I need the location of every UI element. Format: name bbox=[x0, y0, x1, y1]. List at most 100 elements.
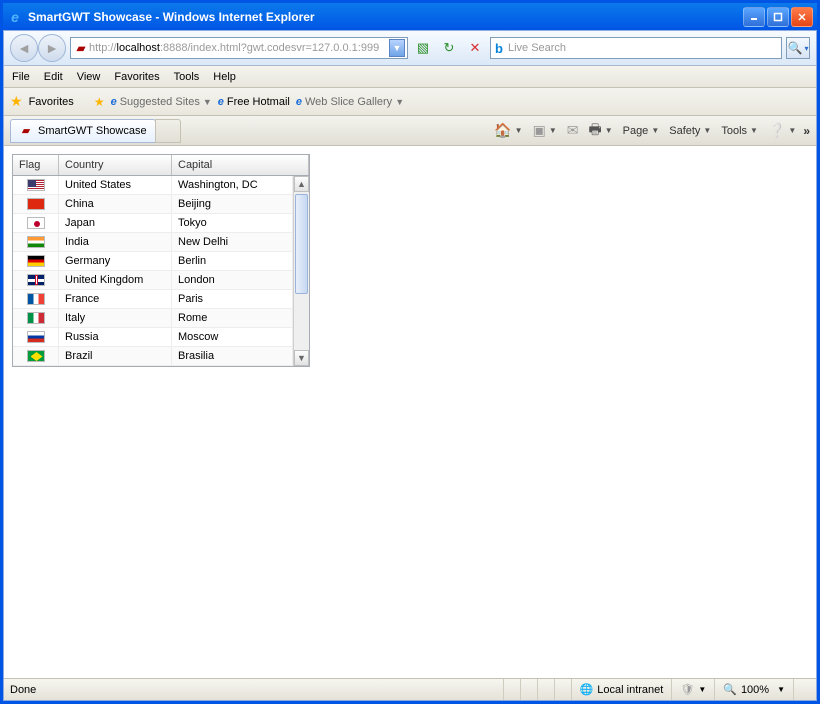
protected-mode-button[interactable]: 🛡▼ bbox=[671, 679, 714, 700]
flag-icon-jp bbox=[27, 217, 45, 229]
home-button[interactable]: 🏠▼ bbox=[491, 120, 525, 141]
status-empty2 bbox=[520, 679, 537, 700]
print-button[interactable]: 🖶▼ bbox=[585, 117, 615, 145]
table-row[interactable]: RussiaMoscow bbox=[13, 328, 293, 347]
ie-page-icon: e bbox=[218, 96, 224, 108]
tab-bar: ▰ SmartGWT Showcase 🏠▼ ▣▼ ✉ 🖶▼ Page▼ Saf… bbox=[4, 116, 816, 146]
flag-icon-in bbox=[27, 236, 45, 248]
ie-icon: e bbox=[7, 9, 23, 25]
flag-icon-br bbox=[27, 350, 45, 362]
suggested-sites-link[interactable]: eSuggested Sites▼ bbox=[111, 96, 212, 108]
table-row[interactable]: United StatesWashington, DC bbox=[13, 176, 293, 195]
cell-flag bbox=[13, 271, 59, 289]
ie-page-icon: e bbox=[296, 96, 302, 108]
print-icon: 🖶 bbox=[588, 119, 601, 143]
menu-view[interactable]: View bbox=[77, 71, 101, 83]
cell-country: Brazil bbox=[59, 347, 172, 365]
table-row[interactable]: ChinaBeijing bbox=[13, 195, 293, 214]
home-icon: 🏠 bbox=[494, 122, 511, 139]
cell-country: China bbox=[59, 195, 172, 213]
search-button[interactable]: 🔍▾ bbox=[786, 37, 810, 59]
url-text: http://localhost:8888/index.html?gwt.cod… bbox=[89, 42, 389, 54]
new-tab-button[interactable] bbox=[155, 119, 181, 143]
country-grid: Flag Country Capital United StatesWashin… bbox=[12, 154, 310, 367]
ie-page-icon: e bbox=[111, 96, 117, 108]
cell-capital: Rome bbox=[172, 309, 293, 327]
address-dropdown[interactable]: ▼ bbox=[389, 39, 405, 57]
minimize-button[interactable] bbox=[743, 7, 765, 27]
cell-flag bbox=[13, 214, 59, 232]
col-header-country[interactable]: Country bbox=[59, 155, 172, 175]
cell-country: Germany bbox=[59, 252, 172, 270]
tab-favicon: ▰ bbox=[19, 124, 33, 138]
search-box[interactable]: b Live Search bbox=[490, 37, 782, 59]
free-hotmail-link[interactable]: eFree Hotmail bbox=[218, 96, 290, 108]
grid-scrollbar[interactable]: ▲ ▼ bbox=[293, 176, 309, 366]
scroll-thumb[interactable] bbox=[295, 194, 308, 294]
cell-capital: Washington, DC bbox=[172, 176, 293, 194]
grid-header: Flag Country Capital bbox=[13, 155, 309, 176]
compat-button[interactable]: ▧ bbox=[412, 37, 434, 59]
scroll-up-button[interactable]: ▲ bbox=[294, 176, 309, 192]
scroll-track[interactable] bbox=[294, 192, 309, 350]
refresh-button[interactable]: ↻ bbox=[438, 37, 460, 59]
flag-icon-uk bbox=[27, 274, 45, 286]
cell-country: United Kingdom bbox=[59, 271, 172, 289]
menu-edit[interactable]: Edit bbox=[44, 71, 63, 83]
table-row[interactable]: IndiaNew Delhi bbox=[13, 233, 293, 252]
grid-body: United StatesWashington, DCChinaBeijingJ… bbox=[13, 176, 293, 366]
status-bar: Done 🌐Local intranet 🛡▼ 🔍100%▼ bbox=[4, 678, 816, 700]
safety-menu[interactable]: Safety▼ bbox=[666, 123, 714, 139]
zoom-control[interactable]: 🔍100%▼ bbox=[714, 679, 793, 700]
feeds-button[interactable]: ▣▼ bbox=[530, 120, 560, 141]
cell-country: India bbox=[59, 233, 172, 251]
tab-smartgwt[interactable]: ▰ SmartGWT Showcase bbox=[10, 119, 156, 143]
favorites-bar: ★ Favorites ★ eSuggested Sites▼ eFree Ho… bbox=[4, 88, 816, 116]
table-row[interactable]: JapanTokyo bbox=[13, 214, 293, 233]
page-menu[interactable]: Page▼ bbox=[620, 123, 663, 139]
col-header-flag[interactable]: Flag bbox=[13, 155, 59, 175]
menu-file[interactable]: File bbox=[12, 71, 30, 83]
flag-icon-us bbox=[27, 179, 45, 191]
scroll-down-button[interactable]: ▼ bbox=[294, 350, 309, 366]
table-row[interactable]: GermanyBerlin bbox=[13, 252, 293, 271]
web-slice-link[interactable]: eWeb Slice Gallery▼ bbox=[296, 96, 404, 108]
favorites-button[interactable]: Favorites bbox=[29, 96, 74, 108]
table-row[interactable]: ItalyRome bbox=[13, 309, 293, 328]
table-row[interactable]: United KingdomLondon bbox=[13, 271, 293, 290]
cell-capital: Berlin bbox=[172, 252, 293, 270]
back-button[interactable]: ◄ bbox=[10, 34, 38, 62]
maximize-button[interactable] bbox=[767, 7, 789, 27]
window-title: SmartGWT Showcase - Windows Internet Exp… bbox=[28, 10, 743, 24]
resize-grip[interactable] bbox=[793, 679, 810, 700]
flag-icon-fr bbox=[27, 293, 45, 305]
close-button[interactable] bbox=[791, 7, 813, 27]
cell-flag bbox=[13, 290, 59, 308]
address-bar[interactable]: ▰ http://localhost:8888/index.html?gwt.c… bbox=[70, 37, 408, 59]
forward-button[interactable]: ► bbox=[38, 34, 66, 62]
menu-favorites[interactable]: Favorites bbox=[114, 71, 159, 83]
favorites-star-icon: ★ bbox=[10, 93, 23, 110]
help-button[interactable]: ❔▼ bbox=[765, 120, 799, 141]
stop-button[interactable]: ✕ bbox=[464, 37, 486, 59]
table-row[interactable]: FranceParis bbox=[13, 290, 293, 309]
flag-icon-cn bbox=[27, 198, 45, 210]
overflow-button[interactable]: » bbox=[803, 124, 810, 138]
flag-icon-de bbox=[27, 255, 45, 267]
globe-icon: 🌐 bbox=[580, 683, 594, 696]
table-row[interactable]: BrazilBrasilia bbox=[13, 347, 293, 366]
mail-button[interactable]: ✉ bbox=[564, 120, 582, 141]
menu-help[interactable]: Help bbox=[213, 71, 236, 83]
cell-capital: New Delhi bbox=[172, 233, 293, 251]
flag-icon-ru bbox=[27, 331, 45, 343]
col-header-capital[interactable]: Capital bbox=[172, 155, 309, 175]
site-favicon: ▰ bbox=[73, 40, 89, 56]
page-content: Flag Country Capital United StatesWashin… bbox=[4, 146, 816, 678]
add-favorite-icon[interactable]: ★ bbox=[94, 95, 105, 109]
cell-flag bbox=[13, 328, 59, 346]
menu-tools[interactable]: Tools bbox=[174, 71, 200, 83]
zone-indicator[interactable]: 🌐Local intranet bbox=[571, 679, 672, 700]
cell-country: Japan bbox=[59, 214, 172, 232]
tools-menu[interactable]: Tools▼ bbox=[718, 123, 761, 139]
help-icon: ❔ bbox=[768, 122, 785, 139]
